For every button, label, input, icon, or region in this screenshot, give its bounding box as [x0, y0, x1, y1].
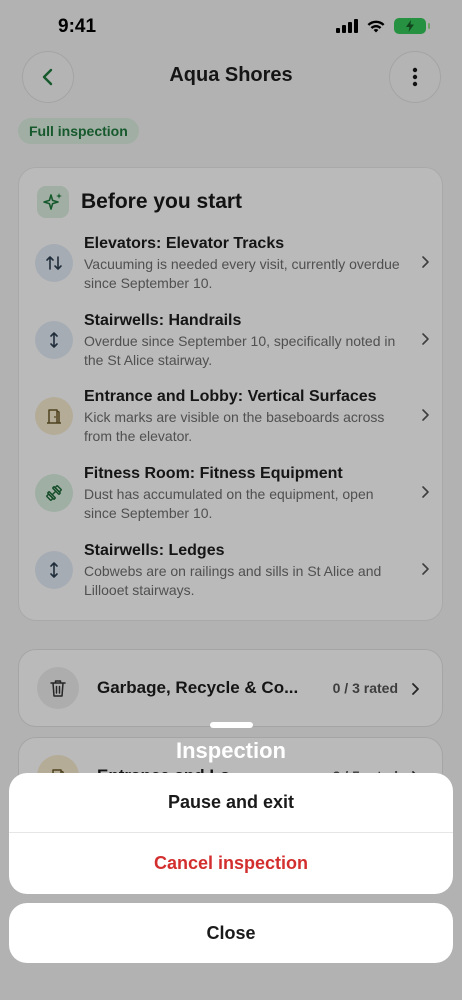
- action-sheet-group: Pause and exit Cancel inspection: [9, 773, 453, 894]
- sheet-grabber[interactable]: [210, 722, 253, 728]
- close-button[interactable]: Close: [9, 903, 453, 963]
- sheet-title: Inspection: [175, 738, 286, 763]
- pause-and-exit-button[interactable]: Pause and exit: [9, 773, 453, 833]
- cancel-inspection-button[interactable]: Cancel inspection: [9, 833, 453, 894]
- app-screen: 9:41 Aqua Shores Full inspection Before …: [0, 0, 462, 1000]
